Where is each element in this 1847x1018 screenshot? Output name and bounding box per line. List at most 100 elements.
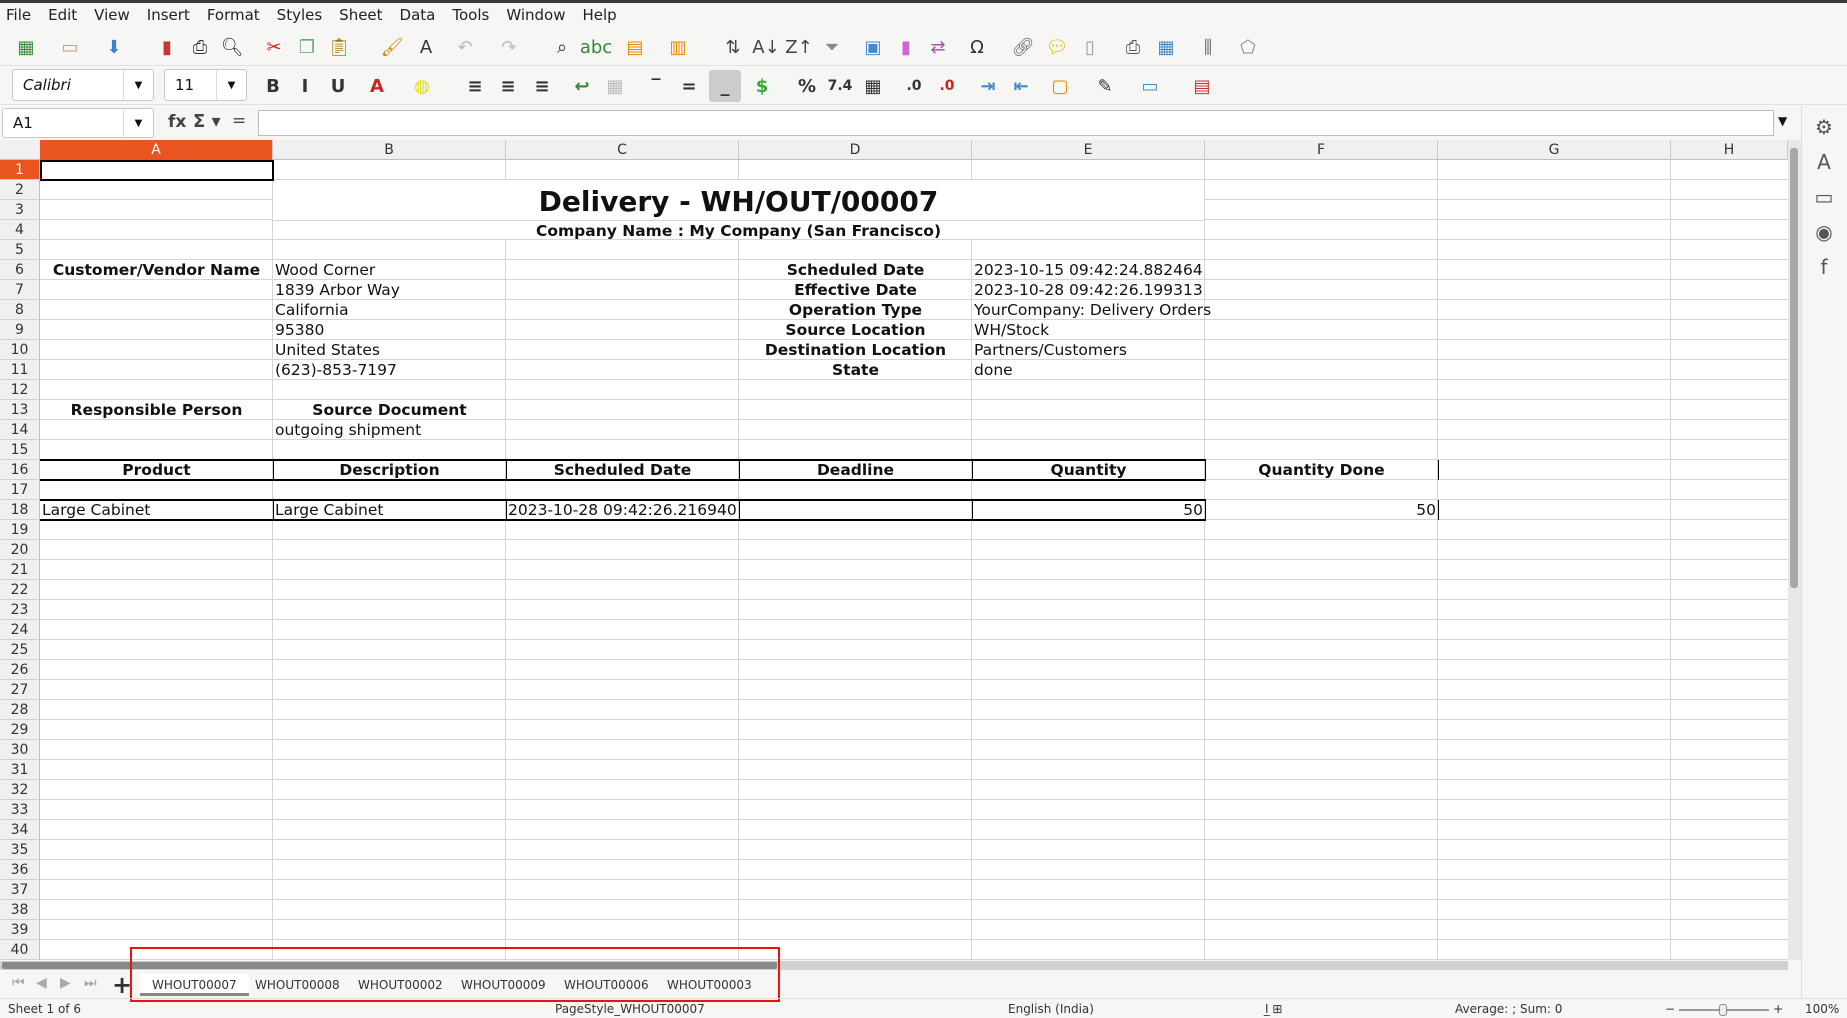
row-header[interactable]: 9 — [0, 320, 40, 340]
column-header-d[interactable]: D — [739, 140, 972, 160]
row-header[interactable]: 11 — [0, 360, 40, 380]
row-header[interactable]: 12 — [0, 380, 40, 400]
delete-decimal-icon[interactable]: .0 — [934, 73, 960, 99]
column-header-g[interactable]: G — [1438, 140, 1671, 160]
cell-e11[interactable]: done — [972, 360, 1205, 380]
cell-b13[interactable]: Source Document — [273, 400, 506, 420]
conditional-format-icon[interactable]: ▤ — [1189, 73, 1215, 99]
cell-c16[interactable]: Scheduled Date — [506, 460, 739, 480]
row-header[interactable]: 38 — [0, 900, 40, 920]
menu-view[interactable]: View — [94, 6, 130, 24]
menu-sheet[interactable]: Sheet — [339, 6, 382, 24]
cell-b14[interactable]: outgoing shipment — [273, 420, 506, 440]
special-character-icon[interactable]: Ω — [964, 34, 990, 60]
row-header[interactable]: 25 — [0, 640, 40, 660]
clear-formatting-icon[interactable]: A — [413, 34, 439, 60]
sheet-tab-whout00009[interactable]: WHOUT00009 — [449, 974, 558, 996]
cell-a16[interactable]: Product — [40, 460, 273, 480]
formula-input[interactable] — [258, 110, 1774, 136]
properties-icon[interactable]: ⚙ — [1811, 114, 1837, 140]
cell-e18[interactable]: 50 — [972, 500, 1205, 520]
cell-b10[interactable]: United States — [273, 340, 506, 360]
row-header[interactable]: 8 — [0, 300, 40, 320]
selection-summary[interactable]: Average: ; Sum: 0 — [1455, 1002, 1562, 1016]
styles-icon[interactable]: A — [1811, 149, 1837, 175]
cell-a18[interactable]: Large Cabinet — [40, 500, 273, 520]
comment-icon[interactable]: 💬︎ — [1044, 34, 1070, 60]
align-center-icon[interactable]: ≡ — [495, 73, 521, 99]
border-style-icon[interactable]: ✎ — [1092, 73, 1118, 99]
find-replace-icon[interactable]: ⌕ — [549, 34, 575, 60]
row-header[interactable]: 28 — [0, 700, 40, 720]
functions-icon[interactable]: f — [1811, 254, 1837, 280]
row-header[interactable]: 3 — [0, 200, 40, 220]
sheet-tab-whout00002[interactable]: WHOUT00002 — [346, 974, 455, 996]
open-icon[interactable]: ▭ — [57, 34, 83, 60]
row-header[interactable]: 14 — [0, 420, 40, 440]
function-wizard-icon[interactable]: fx — [168, 112, 186, 132]
currency-format-icon[interactable]: $ — [749, 73, 775, 99]
menu-edit[interactable]: Edit — [48, 6, 77, 24]
increase-indent-icon[interactable]: ⇥ — [975, 73, 1001, 99]
align-left-icon[interactable]: ≡ — [462, 73, 488, 99]
cell-e8[interactable]: YourCompany: Delivery Orders — [972, 300, 1211, 320]
cell-a13[interactable]: Responsible Person — [40, 400, 273, 420]
row-header[interactable]: 30 — [0, 740, 40, 760]
column-header-h[interactable]: H — [1671, 140, 1788, 160]
sort-descending-icon[interactable]: Z↑ — [785, 34, 812, 60]
column-header-f[interactable]: F — [1205, 140, 1438, 160]
column-header-b[interactable]: B — [273, 140, 506, 160]
menu-file[interactable]: File — [6, 6, 31, 24]
spelling-icon[interactable]: abc — [580, 34, 612, 60]
headers-footers-icon[interactable]: ▯ — [1077, 34, 1103, 60]
language[interactable]: English (India) — [1008, 1002, 1094, 1016]
cell-f16[interactable]: Quantity Done — [1205, 460, 1438, 480]
previous-sheet-icon[interactable]: ◀ — [36, 975, 47, 991]
cell-c18[interactable]: 2023-10-28 09:42:26.216940 — [506, 500, 739, 520]
zoom-slider[interactable]: − + — [1665, 1002, 1783, 1016]
insert-columns-icon[interactable]: ▥ — [665, 34, 691, 60]
wrap-text-icon[interactable]: ↩ — [569, 73, 595, 99]
vertical-scrollbar-thumb[interactable] — [1790, 148, 1798, 588]
undo-icon[interactable]: ↶ — [452, 34, 478, 60]
redo-icon[interactable]: ↷ — [496, 34, 522, 60]
row-header[interactable]: 7 — [0, 280, 40, 300]
row-header[interactable]: 33 — [0, 800, 40, 820]
menu-insert[interactable]: Insert — [147, 6, 190, 24]
row-header[interactable]: 19 — [0, 520, 40, 540]
hyperlink-icon[interactable]: 🔗︎ — [1010, 34, 1036, 60]
row-header[interactable]: 39 — [0, 920, 40, 940]
cell-b8[interactable]: California — [273, 300, 506, 320]
sheet-tab-whout00008[interactable]: WHOUT00008 — [243, 974, 352, 996]
cell-b11[interactable]: (623)-853-7197 — [273, 360, 506, 380]
cell-d6[interactable]: Scheduled Date — [739, 260, 972, 280]
row-header[interactable]: 36 — [0, 860, 40, 880]
row-header[interactable]: 37 — [0, 880, 40, 900]
insert-mode-icon[interactable]: I̲ ⊞ — [1265, 1002, 1282, 1016]
underline-icon[interactable]: U — [325, 73, 351, 99]
export-pdf-icon[interactable]: ▮ — [154, 34, 180, 60]
merge-center-icon[interactable]: ▦ — [602, 73, 628, 99]
first-sheet-icon[interactable]: ⏮ — [12, 975, 25, 991]
sheet-tab-whout00006[interactable]: WHOUT00006 — [552, 974, 661, 996]
save-icon[interactable]: ⬇ — [101, 34, 127, 60]
cell-cursor[interactable] — [40, 160, 274, 181]
last-sheet-icon[interactable]: ⏭ — [84, 975, 97, 991]
cell-d8[interactable]: Operation Type — [739, 300, 972, 320]
column-header-c[interactable]: C — [506, 140, 739, 160]
menu-help[interactable]: Help — [582, 6, 616, 24]
row-header[interactable]: 15 — [0, 440, 40, 460]
insert-chart-icon[interactable]: ▮ — [893, 34, 919, 60]
highlight-color-icon[interactable]: ◍ — [409, 73, 435, 99]
border-color-icon[interactable]: ▭ — [1137, 73, 1163, 99]
row-header[interactable]: 23 — [0, 600, 40, 620]
row-header[interactable]: 16 — [0, 460, 40, 480]
gallery-icon[interactable]: ▭ — [1811, 184, 1837, 210]
insert-image-icon[interactable]: ▣ — [860, 34, 886, 60]
row-header[interactable]: 10 — [0, 340, 40, 360]
align-top-icon[interactable]: ‾ — [643, 73, 669, 99]
row-header[interactable]: 13 — [0, 400, 40, 420]
name-box[interactable]: A1 ▼ — [2, 108, 154, 138]
cell-d9[interactable]: Source Location — [739, 320, 972, 340]
number-format-icon[interactable]: 7.4 — [827, 73, 853, 99]
